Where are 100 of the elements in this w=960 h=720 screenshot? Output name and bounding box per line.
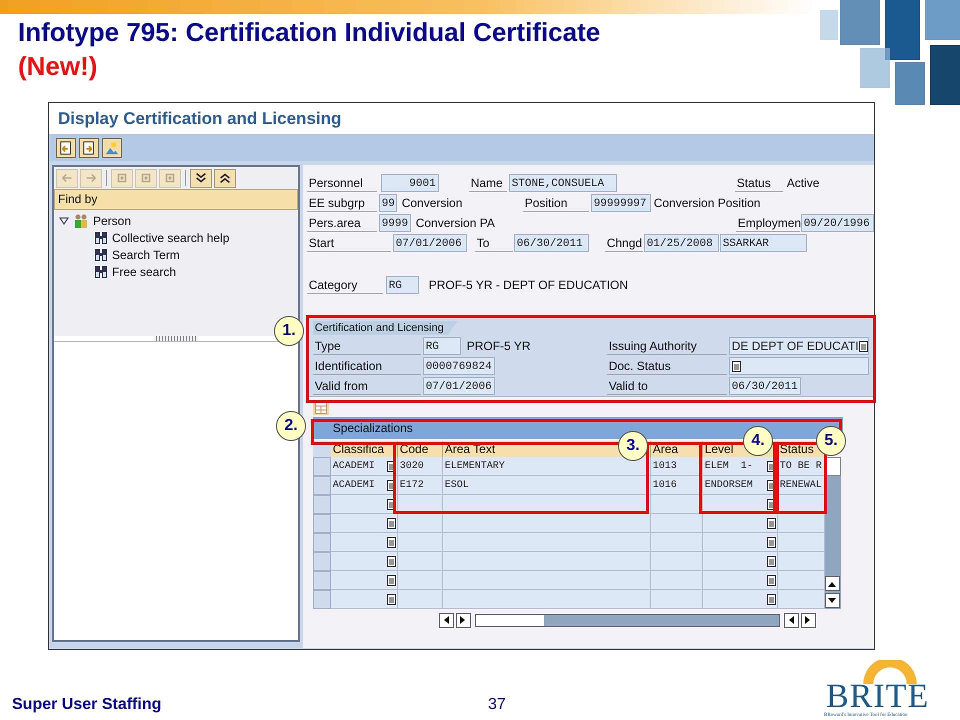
people-icon <box>73 214 89 228</box>
field-label: EE subgrp <box>306 194 377 212</box>
table-cell[interactable]: 1016 <box>650 476 703 495</box>
input-field[interactable]: STONE,CONSUELA <box>508 174 617 192</box>
page-number: 37 <box>488 696 506 714</box>
table-cell[interactable] <box>330 552 398 571</box>
row-selector[interactable] <box>312 476 331 495</box>
nav-button[interactable] <box>214 168 236 188</box>
input-field[interactable]: 06/30/2011 <box>514 234 589 252</box>
table-cell[interactable] <box>442 514 651 533</box>
table-cell[interactable]: 3020 <box>398 457 443 476</box>
table-cell[interactable] <box>650 571 703 590</box>
table-cell[interactable] <box>778 552 825 571</box>
row-selector[interactable] <box>312 514 331 533</box>
table-cell[interactable] <box>398 552 443 571</box>
table-cell[interactable] <box>702 514 778 533</box>
footer-text: Super User Staffing <box>12 696 162 714</box>
binoculars-icon <box>94 230 108 244</box>
table-cell[interactable] <box>778 590 825 609</box>
double-up-icon <box>218 171 232 185</box>
table-cell[interactable] <box>778 533 825 552</box>
slide-subtitle: (New!) <box>18 50 98 83</box>
input-field[interactable]: 07/01/2006 <box>392 234 467 252</box>
tree-item[interactable]: Search Term <box>54 246 298 263</box>
node-icon <box>139 171 153 185</box>
scroll-left-button[interactable] <box>784 612 799 628</box>
dropdown-field[interactable]: DE DEPT OF EDUCATI <box>728 337 869 355</box>
row-selector[interactable] <box>312 571 331 590</box>
input-field[interactable]: 01/25/2008 <box>644 234 719 252</box>
table-cell[interactable]: TO BE R <box>778 457 825 476</box>
row-selector[interactable] <box>312 457 331 476</box>
table-cell[interactable] <box>702 552 778 571</box>
scroll-down-button[interactable] <box>824 593 840 608</box>
table-cell[interactable] <box>650 495 703 514</box>
table-cell[interactable]: ESOL <box>442 476 651 495</box>
table-cell[interactable] <box>442 533 651 552</box>
table-cell[interactable] <box>330 571 398 590</box>
value-text: Conversion PA <box>416 216 496 230</box>
logo-text: BRITE <box>826 684 930 710</box>
table-cell[interactable] <box>398 533 443 552</box>
scroll-right-button[interactable] <box>800 612 816 628</box>
toolbar-button[interactable] <box>56 138 76 158</box>
scroll-up-button[interactable] <box>824 576 840 591</box>
dropdown-field[interactable] <box>728 357 869 375</box>
expand-arrow-icon[interactable] <box>59 216 69 226</box>
table-cell[interactable] <box>398 571 443 590</box>
input-field[interactable]: 9999 <box>378 214 411 232</box>
row-selector[interactable] <box>312 552 331 571</box>
table-cell[interactable] <box>702 571 778 590</box>
tree-item[interactable]: Free search <box>54 263 298 280</box>
table-cell[interactable] <box>442 571 651 590</box>
input-field[interactable]: 9001 <box>380 174 439 192</box>
table-cell[interactable] <box>442 552 651 571</box>
input-field[interactable]: 07/01/2006 <box>422 377 495 395</box>
field-label: Issuing Authority <box>606 337 727 355</box>
table-cell[interactable]: E172 <box>398 476 443 495</box>
input-field[interactable]: 0000769824 <box>422 357 495 375</box>
input-field[interactable]: 99999997 <box>590 194 651 212</box>
row-selector[interactable] <box>312 495 331 514</box>
value-text: Conversion <box>402 196 464 210</box>
table-cell[interactable]: ACADEMI <box>330 457 398 476</box>
input-field[interactable]: SSARKAR <box>720 234 807 252</box>
horizontal-scrollbar[interactable] <box>474 614 780 626</box>
table-cell[interactable] <box>778 514 825 533</box>
table-cell[interactable]: RENEWAL <box>778 476 825 495</box>
input-field[interactable]: 09/20/1996 <box>800 214 874 232</box>
tree-item[interactable]: Person <box>54 212 298 229</box>
table-cell[interactable] <box>330 533 398 552</box>
table-cell[interactable] <box>330 590 398 609</box>
table-cell[interactable] <box>702 533 778 552</box>
row-selector[interactable] <box>312 590 331 609</box>
table-cell[interactable] <box>650 590 703 609</box>
table-cell[interactable] <box>778 571 825 590</box>
table-cell[interactable] <box>330 495 398 514</box>
up-arrow-icon <box>828 580 836 586</box>
table-cell[interactable]: 1013 <box>650 457 703 476</box>
table-cell[interactable] <box>398 590 443 609</box>
table-cell[interactable] <box>650 533 703 552</box>
input-field[interactable]: RG <box>422 337 461 355</box>
table-cell[interactable]: ACADEMI <box>330 476 398 495</box>
row-selector[interactable] <box>312 533 331 552</box>
field-label: Valid to <box>606 377 727 395</box>
table-cell[interactable] <box>650 514 703 533</box>
input-field[interactable]: 99 <box>378 194 397 212</box>
table-cell[interactable]: ELEMENTARY <box>442 457 651 476</box>
tree-item[interactable]: Collective search help <box>54 229 298 246</box>
nav-button[interactable] <box>190 168 212 188</box>
table-cell[interactable] <box>398 514 443 533</box>
input-field[interactable]: 06/30/2011 <box>728 377 801 395</box>
field-label: Position <box>522 194 589 212</box>
table-cell[interactable] <box>702 590 778 609</box>
input-field[interactable]: RG <box>386 276 419 294</box>
table-cell[interactable] <box>330 514 398 533</box>
table-cell[interactable] <box>442 590 651 609</box>
splitter-handle[interactable] <box>154 336 198 341</box>
toolbar-button[interactable] <box>79 138 99 158</box>
scroll-right-button[interactable] <box>456 612 471 628</box>
dropdown-icon <box>766 574 776 586</box>
table-cell[interactable] <box>650 552 703 571</box>
scroll-left-button[interactable] <box>438 612 454 628</box>
